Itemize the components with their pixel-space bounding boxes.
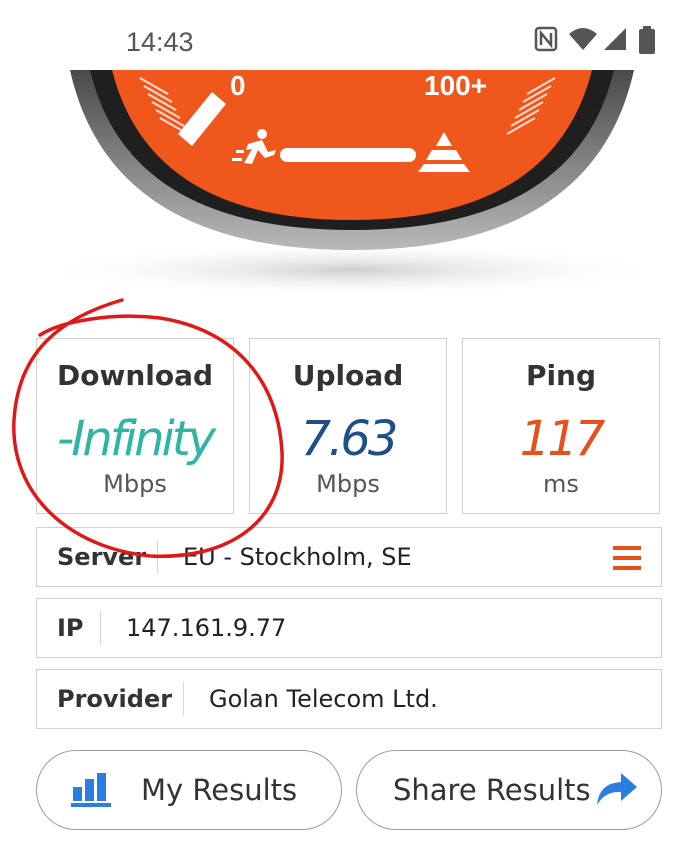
provider-label: Provider [57,685,173,713]
battery-icon [639,26,655,54]
menu-icon[interactable] [613,546,641,570]
wifi-icon [569,28,597,50]
upload-title: Upload [292,359,404,392]
ping-title: Ping [525,359,597,392]
divider [183,682,184,716]
my-results-label: My Results [141,773,298,807]
ip-value: 147.161.9.77 [126,614,287,642]
gauge-needle [280,148,416,162]
my-results-button[interactable]: My Results [36,750,342,830]
status-bar: 14:43 [0,0,698,80]
download-unit: Mbps [103,470,167,498]
upload-value: 7.63 [300,411,399,467]
download-tile: Download -Infinity Mbps [36,338,234,514]
cellular-signal-icon [604,28,626,50]
gauge-graphic [32,70,672,298]
nfc-icon [534,26,558,52]
share-arrow-icon [597,773,637,805]
status-time: 14:43 [126,27,194,57]
provider-row: Provider Golan Telecom Ltd. [36,669,662,729]
gauge-min-label: 0 [230,70,246,101]
ping-tile: Ping 117 ms [462,338,660,514]
bar-chart-icon [71,773,111,807]
server-label: Server [57,543,147,571]
share-results-label: Share Results [393,773,591,807]
server-value: EU - Stockholm, SE [183,543,412,571]
download-title: Download [56,359,214,392]
provider-value: Golan Telecom Ltd. [209,685,438,713]
share-results-button[interactable]: Share Results [356,750,662,830]
upload-unit: Mbps [316,470,380,498]
ip-row: IP 147.161.9.77 [36,598,662,658]
speed-gauge: 0 100+ [0,70,698,310]
ping-unit: ms [543,470,579,498]
ip-label: IP [57,614,84,642]
divider [157,540,158,574]
gauge-max-label: 100+ [424,70,488,101]
upload-tile: Upload 7.63 Mbps [249,338,447,514]
server-row[interactable]: Server EU - Stockholm, SE [36,527,662,587]
status-icons [534,26,664,56]
ping-value: 117 [519,411,606,467]
download-value: -Infinity [56,411,216,467]
divider [100,611,101,645]
